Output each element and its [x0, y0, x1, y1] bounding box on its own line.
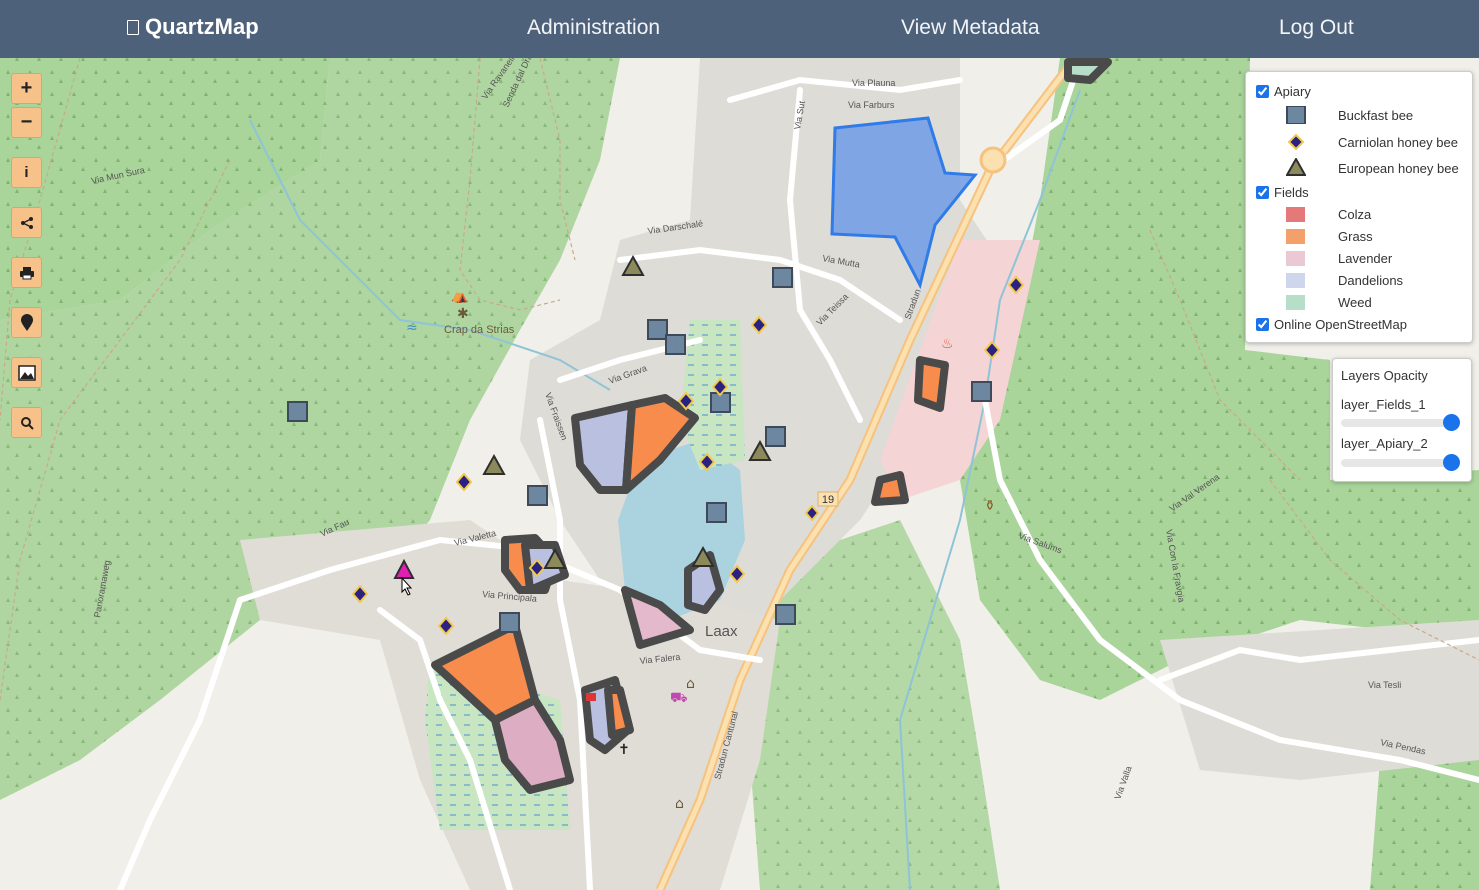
- layer-legend: Apiary Buckfast bee Carniolan honey bee …: [1245, 71, 1473, 343]
- apiary-checkbox[interactable]: [1256, 85, 1269, 98]
- grass-swatch: [1286, 229, 1305, 244]
- buckfast-symbol: [1286, 106, 1306, 124]
- share-button[interactable]: [11, 207, 42, 238]
- info-icon: i: [24, 164, 29, 181]
- top-navbar: QuartzMap Administration View Metadata L…: [0, 0, 1479, 58]
- legend-item-european: European honey bee: [1338, 161, 1459, 176]
- search-button[interactable]: [11, 407, 42, 438]
- layer-toggle-apiary[interactable]: Apiary: [1256, 84, 1311, 99]
- field-colza: [586, 693, 596, 701]
- zoom-in-button[interactable]: +: [11, 73, 42, 104]
- route-number: 19: [822, 494, 834, 506]
- field-grass: [914, 356, 949, 412]
- buckfast-bee-marker[interactable]: [765, 426, 786, 447]
- document-icon: [127, 19, 139, 35]
- colza-swatch: [1286, 207, 1305, 222]
- viewpoint-icon: ✱: [457, 306, 469, 322]
- buckfast-bee-marker[interactable]: [287, 401, 308, 422]
- lavender-swatch: [1286, 251, 1305, 266]
- legend-item-grass: Grass: [1338, 229, 1373, 244]
- european-bee-marker[interactable]: [482, 453, 506, 475]
- legend-item-weed: Weed: [1338, 295, 1372, 310]
- minus-icon: −: [20, 111, 33, 133]
- nav-log-out[interactable]: Log Out: [1279, 16, 1354, 40]
- fountain-icon: ⚱: [984, 498, 996, 514]
- legend-item-carniolan: Carniolan honey bee: [1338, 135, 1458, 150]
- buckfast-bee-marker[interactable]: [499, 612, 520, 633]
- buckfast-bee-marker[interactable]: [775, 604, 796, 625]
- locate-button[interactable]: [11, 307, 42, 338]
- legend-group-label: Apiary: [1274, 84, 1311, 99]
- print-button[interactable]: [11, 257, 42, 288]
- carniolan-bee-marker[interactable]: [455, 472, 473, 492]
- street-label: Via Tesli: [1368, 680, 1401, 690]
- buckfast-bee-marker[interactable]: [527, 485, 548, 506]
- street-label: Via Plauna: [852, 78, 895, 88]
- layers-opacity-panel: Layers Opacity layer_Fields_1 layer_Apia…: [1332, 358, 1472, 482]
- opacity-title: Layers Opacity: [1341, 368, 1428, 383]
- map-pin-icon: [20, 313, 33, 331]
- legend-item-buckfast: Buckfast bee: [1338, 108, 1414, 123]
- layers-button[interactable]: [11, 357, 42, 388]
- nav-view-metadata[interactable]: View Metadata: [901, 16, 1040, 40]
- buckfast-bee-marker[interactable]: [971, 381, 992, 402]
- street-label: Via Farburs: [848, 100, 895, 110]
- buckfast-bee-marker[interactable]: [647, 319, 668, 340]
- waterfall-icon: ≈: [406, 320, 418, 336]
- buckfast-bee-marker[interactable]: [772, 267, 793, 288]
- poi-label: Crap da Strias: [444, 324, 515, 336]
- layer-toggle-osm[interactable]: Online OpenStreetMap: [1256, 317, 1407, 332]
- legend-group-label: Fields: [1274, 185, 1309, 200]
- legend-item-colza: Colza: [1338, 207, 1372, 222]
- share-icon: [20, 216, 33, 229]
- brand-link[interactable]: QuartzMap: [127, 14, 259, 40]
- roundabout: [979, 146, 1007, 174]
- legend-group-label: Online OpenStreetMap: [1274, 317, 1407, 332]
- opacity-layer-label: layer_Apiary_2: [1341, 436, 1428, 451]
- image-icon: [17, 364, 36, 381]
- info-button[interactable]: i: [11, 157, 42, 188]
- fields-checkbox[interactable]: [1256, 186, 1269, 199]
- picnic-icon: ⛺: [451, 288, 468, 304]
- printer-icon: [19, 266, 34, 279]
- street-label: Via Valla: [1112, 765, 1133, 801]
- zoom-out-button[interactable]: −: [11, 107, 42, 138]
- church-icon: ✝: [618, 742, 630, 758]
- buckfast-bee-marker[interactable]: [706, 502, 727, 523]
- town-label: Laax: [705, 623, 738, 640]
- legend-item-lavender: Lavender: [1338, 251, 1393, 266]
- layer-toggle-fields[interactable]: Fields: [1256, 185, 1309, 200]
- slider-knob[interactable]: [1443, 454, 1460, 471]
- legend-item-dandelions: Dandelions: [1338, 273, 1404, 288]
- shop-icon: ⛟: [670, 690, 688, 706]
- slider-knob[interactable]: [1443, 414, 1460, 431]
- opacity-layer-label: layer_Fields_1: [1341, 397, 1426, 412]
- buckfast-bee-marker[interactable]: [665, 334, 686, 355]
- field-grass: [871, 471, 909, 506]
- osm-checkbox[interactable]: [1256, 318, 1269, 331]
- townhall-icon: ⌂: [675, 796, 684, 812]
- apiary-opacity-slider[interactable]: [1341, 454, 1460, 471]
- nav-administration[interactable]: Administration: [527, 16, 660, 40]
- fire-icon: ♨: [941, 336, 954, 352]
- brand-title: QuartzMap: [145, 14, 259, 39]
- search-icon: [20, 416, 34, 430]
- european-symbol: [1286, 158, 1306, 176]
- plus-icon: +: [20, 77, 33, 99]
- fields-opacity-slider[interactable]: [1341, 414, 1460, 431]
- weed-swatch: [1286, 295, 1305, 310]
- carniolan-symbol: [1287, 133, 1305, 151]
- dandelions-swatch: [1286, 273, 1305, 288]
